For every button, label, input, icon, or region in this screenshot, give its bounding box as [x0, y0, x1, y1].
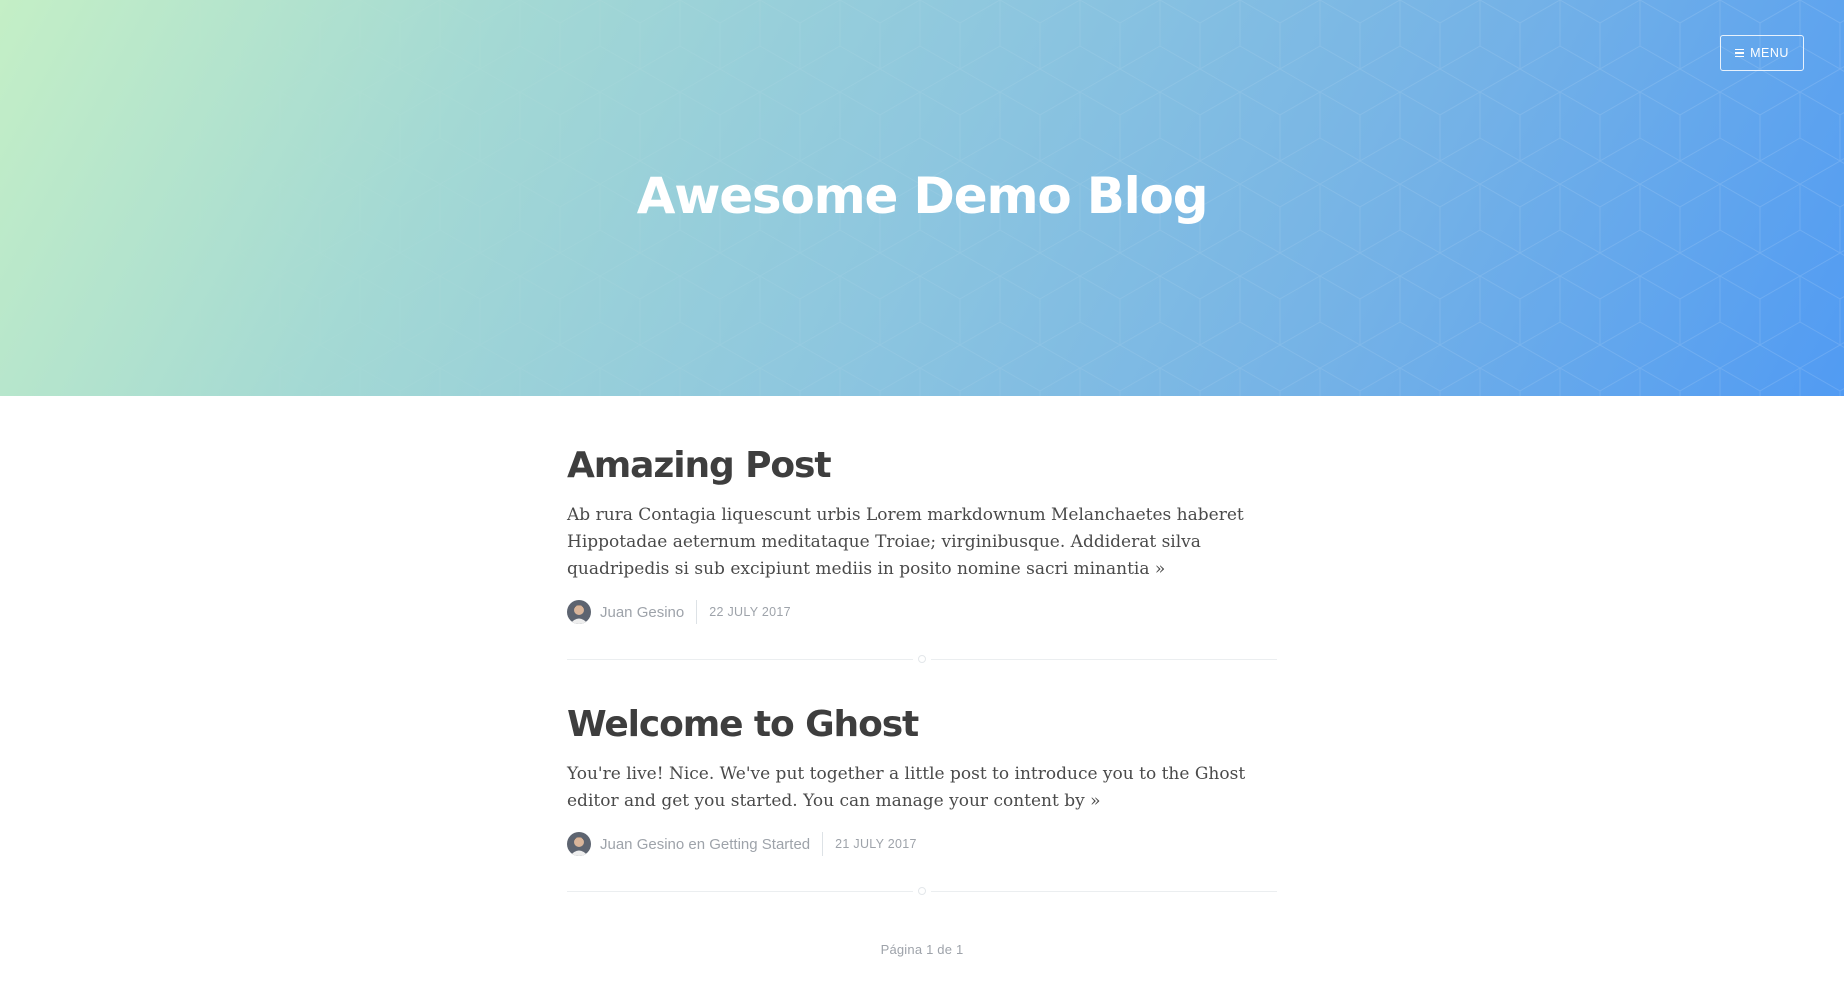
author-avatar[interactable]	[567, 600, 591, 624]
post-meta: Juan Gesino en Getting Started 21 JULY 2…	[567, 831, 1277, 857]
author-link[interactable]: Juan Gesino en Getting Started	[600, 836, 810, 853]
post-title-link[interactable]: Welcome to Ghost	[567, 701, 1277, 749]
blog-title[interactable]: Awesome Demo Blog	[0, 160, 1844, 232]
meta-separator	[822, 832, 824, 856]
post-feed: Amazing Post Ab rura Contagia liquescunt…	[567, 396, 1277, 899]
post-excerpt-link[interactable]: You're live! Nice. We've put together a …	[567, 761, 1277, 815]
post-card: Amazing Post Ab rura Contagia liquescunt…	[567, 396, 1277, 667]
post-meta: Juan Gesino 22 JULY 2017	[567, 599, 1277, 625]
post-title-link[interactable]: Amazing Post	[567, 442, 1277, 490]
post-date: 22 JULY 2017	[709, 605, 791, 619]
post-card: Welcome to Ghost You're live! Nice. We'v…	[567, 667, 1277, 899]
hamburger-icon	[1735, 48, 1745, 58]
post-divider	[567, 653, 1277, 667]
post-excerpt-link[interactable]: Ab rura Contagia liquescunt urbis Lorem …	[567, 502, 1277, 583]
post-date: 21 JULY 2017	[835, 837, 917, 851]
author-link[interactable]: Juan Gesino	[600, 604, 684, 621]
post-divider	[567, 885, 1277, 899]
pagination: Página 1 de 1	[880, 942, 964, 957]
site-header: MENU Awesome Demo Blog	[0, 0, 1844, 396]
author-avatar[interactable]	[567, 832, 591, 856]
menu-button[interactable]: MENU	[1720, 35, 1804, 71]
menu-label: MENU	[1750, 46, 1789, 60]
meta-separator	[696, 600, 698, 624]
